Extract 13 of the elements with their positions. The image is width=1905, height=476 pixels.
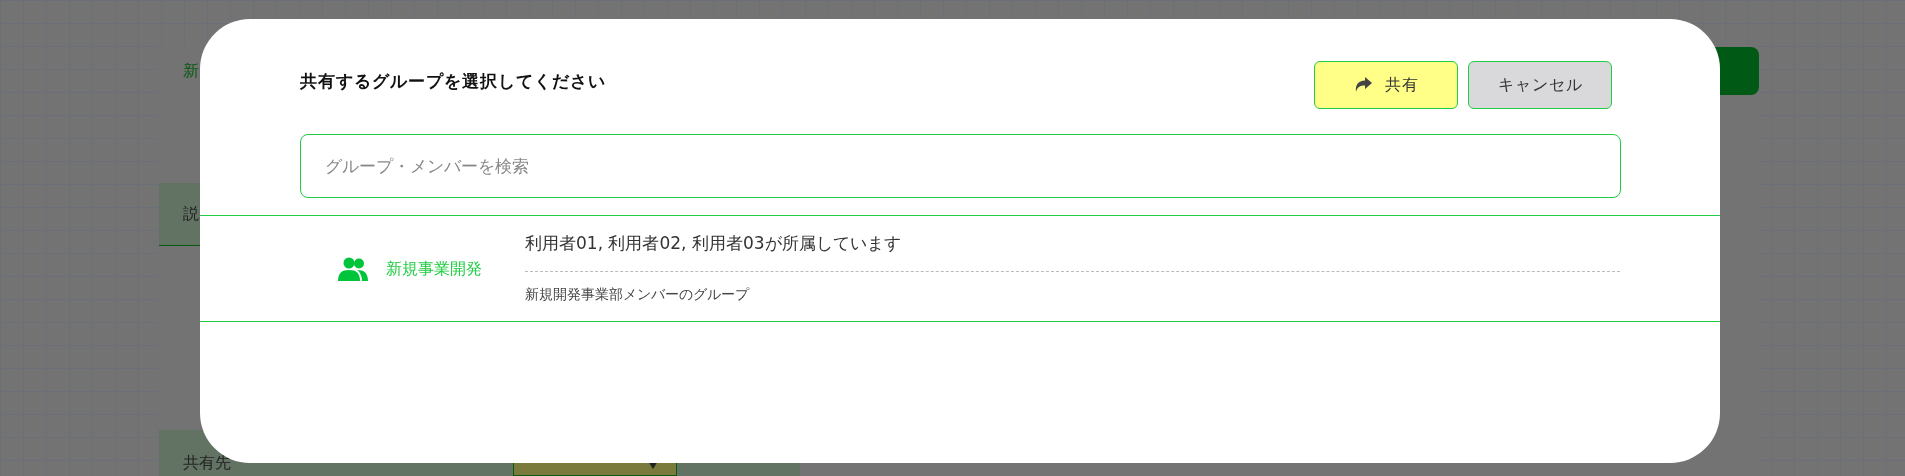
share-arrow-icon	[1353, 76, 1373, 94]
cancel-button[interactable]: キャンセル	[1468, 61, 1612, 109]
group-members: 利用者01, 利用者02, 利用者03が所属しています	[525, 232, 902, 255]
group-name: 新規事業開発	[386, 257, 482, 280]
share-target-label: 共有先	[183, 452, 231, 474]
page-title: 新	[183, 60, 199, 82]
users-icon	[338, 256, 368, 281]
group-description: 新規開発事業部メンバーのグループ	[525, 284, 751, 304]
search-field[interactable]: グループ・メンバーを検索	[300, 134, 1621, 198]
group-row[interactable]: 新規事業開発 利用者01, 利用者02, 利用者03が所属しています 新規開発事業部メンバーのグループ	[200, 216, 1720, 322]
dialog-title: 共有するグループを選択してください	[300, 70, 606, 93]
section-label: 説	[183, 203, 199, 225]
share-button[interactable]: 共有	[1314, 61, 1458, 109]
